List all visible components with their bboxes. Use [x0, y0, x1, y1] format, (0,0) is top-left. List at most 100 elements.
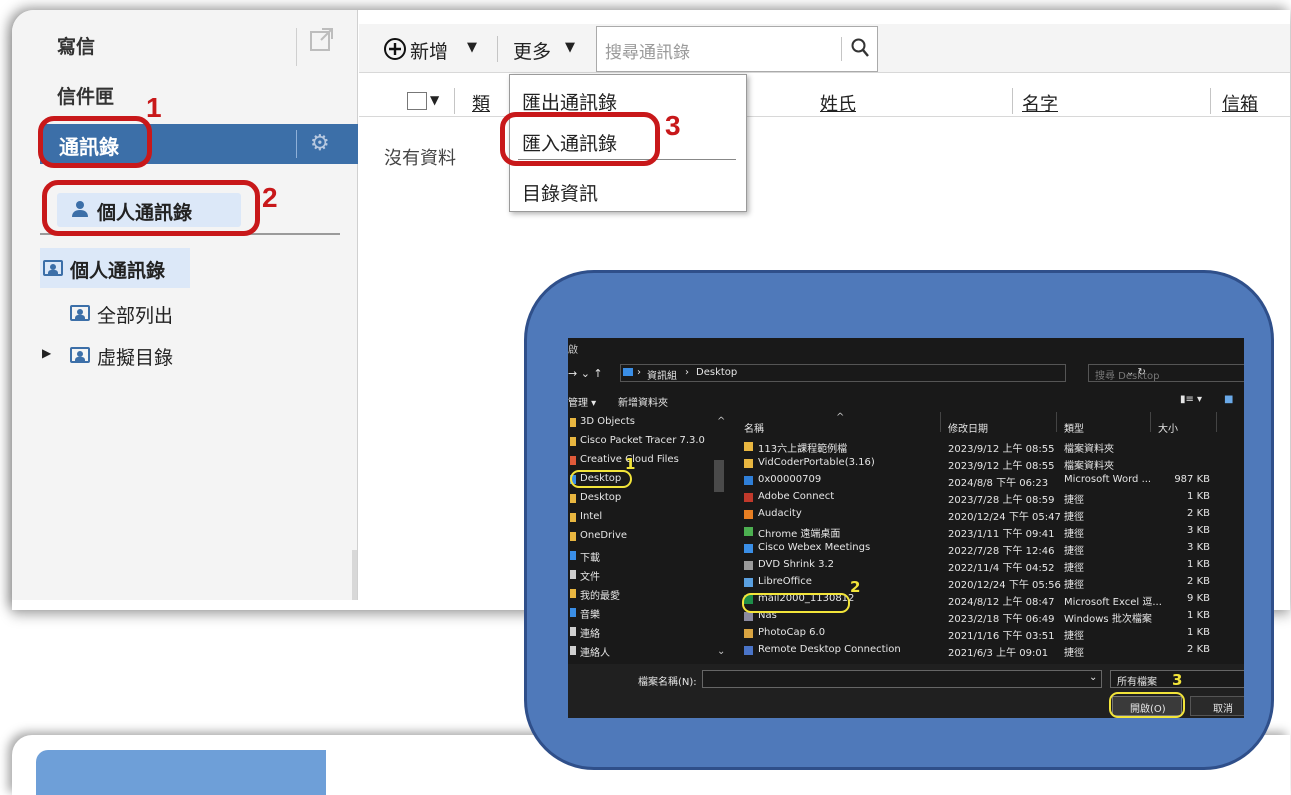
chevron-down-icon[interactable]: ▼ [467, 40, 477, 55]
divider [1210, 88, 1211, 114]
gear-icon[interactable]: ⚙ [310, 131, 330, 156]
sort-indicator-icon: ^ [836, 412, 845, 423]
file-icon [744, 629, 753, 638]
file-row[interactable]: Audacity 2020/12/24 下午 05:47 捷徑 2 KB [738, 508, 1244, 524]
dialog-search-input[interactable]: 搜尋 Desktop [1088, 364, 1244, 382]
preview-pane-icon[interactable]: ■ [1224, 394, 1233, 405]
add-button[interactable]: 新增 [410, 37, 448, 64]
file-row[interactable]: Cisco Webex Meetings 2022/7/28 下午 12:46 捷徑… [738, 542, 1244, 558]
file-size: 3 KB [1187, 525, 1210, 536]
file-type: 捷徑 [1064, 580, 1084, 591]
add-icon[interactable] [384, 38, 406, 64]
annotation-number: 2 [850, 578, 861, 596]
folder-icon [570, 418, 576, 427]
file-type: 檔案資料夾 [1064, 444, 1114, 455]
tree-item-list-all[interactable]: 全部列出 [70, 298, 270, 328]
annotation-circle [742, 593, 850, 613]
new-folder-button[interactable]: 新增資料夾 [618, 394, 668, 409]
scroll-down-icon[interactable]: ⌄ [717, 646, 725, 657]
file-size: 1 KB [1187, 627, 1210, 638]
annotation-circle [38, 116, 152, 168]
file-row[interactable]: 113六上課程範例檔 2023/9/12 上午 08:55 檔案資料夾 [738, 440, 1244, 456]
filename-label: 檔案名稱(N): [638, 677, 697, 688]
nav-item-label: 文件 [580, 572, 600, 583]
file-row[interactable]: 0x00000709 2024/8/8 下午 06:23 Microsoft Wor… [738, 474, 1244, 490]
chevron-down-icon[interactable]: ⌄ [1089, 672, 1097, 683]
file-row[interactable]: Chrome 遠端桌面 2023/1/11 下午 09:41 捷徑 3 KB [738, 525, 1244, 541]
file-date: 2024/8/12 上午 08:47 [948, 597, 1055, 608]
file-size: 2 KB [1187, 576, 1210, 587]
cancel-button-label: 取消 [1213, 704, 1233, 715]
scrollbar[interactable] [352, 550, 357, 600]
file-date: 2021/6/3 上午 09:01 [948, 648, 1049, 659]
organize-button[interactable]: 管理 ▾ [568, 394, 596, 409]
divider [454, 88, 455, 114]
breadcrumb-item[interactable]: Desktop [696, 367, 737, 378]
address-bar[interactable]: › 資訊組 › Desktop ⌄ ↻ [620, 364, 1146, 382]
search-icon[interactable] [851, 38, 869, 62]
menu-item-directory-info[interactable]: 目錄資訊 [522, 179, 598, 206]
annotation-circle [1109, 692, 1185, 718]
file-type: Windows 批次檔案 [1064, 614, 1152, 625]
folder-icon [570, 456, 576, 465]
file-row[interactable]: Adobe Connect 2023/7/28 上午 08:59 捷徑 1 KB [738, 491, 1244, 507]
file-date: 2023/9/12 上午 08:55 [948, 444, 1055, 455]
select-all-checkbox[interactable] [407, 92, 427, 110]
inbox-link[interactable]: 信件匣 [57, 82, 114, 109]
tree-root-personal-contacts[interactable]: 個人通訊錄 [40, 248, 190, 288]
contact-book-icon [70, 347, 90, 363]
file-row[interactable]: LibreOffice 2020/12/24 下午 05:56 捷徑 2 KB [738, 576, 1244, 592]
column-header-name[interactable]: 名稱 [744, 420, 764, 435]
annotation-number: 2 [262, 182, 278, 213]
column-header-email[interactable]: 信箱 [1222, 90, 1258, 116]
sidebar-header [36, 750, 326, 795]
back-arrow-icon[interactable]: → ⌄ ↑ [568, 367, 603, 380]
column-header-surname[interactable]: 姓氏 [820, 90, 856, 116]
more-button[interactable]: 更多 [513, 37, 551, 64]
file-row[interactable]: VidCoderPortable(3.16) 2023/9/12 上午 08:55… [738, 457, 1244, 473]
expand-arrow-icon[interactable]: ▶ [42, 346, 51, 360]
file-type: 捷徑 [1064, 512, 1084, 523]
file-date: 2023/2/18 下午 06:49 [948, 614, 1055, 625]
file-name: Chrome 遠端桌面 [758, 529, 841, 540]
chevron-down-icon[interactable]: ▼ [565, 40, 575, 55]
file-size: 2 KB [1187, 644, 1210, 655]
chevron-down-icon[interactable]: ▼ [430, 93, 439, 107]
column-header-type[interactable]: 類型 [1064, 420, 1084, 435]
breadcrumb-item[interactable]: 資訊組 [647, 367, 677, 382]
divider [1150, 412, 1151, 432]
scroll-up-icon[interactable]: ^ [717, 416, 725, 427]
column-header-type[interactable]: 類 [472, 90, 490, 116]
compose-link[interactable]: 寫信 [57, 32, 95, 59]
file-size: 3 KB [1187, 542, 1210, 553]
search-input[interactable]: 搜尋通訊錄 [596, 26, 878, 72]
annotation-circle [42, 180, 260, 236]
external-window-icon[interactable] [309, 26, 335, 58]
file-type: 捷徑 [1064, 495, 1084, 506]
tree-item-virtual-dir[interactable]: ▶ 虛擬目錄 [42, 340, 272, 370]
file-row[interactable]: DVD Shrink 3.2 2022/11/4 下午 04:52 捷徑 1 KB [738, 559, 1244, 575]
folder-icon [570, 437, 576, 446]
column-header-size[interactable]: 大小 [1158, 420, 1178, 435]
menu-item-export-contacts[interactable]: 匯出通訊錄 [522, 88, 617, 115]
file-row[interactable]: Remote Desktop Connection 2021/6/3 上午 09:… [738, 644, 1244, 660]
filename-input[interactable]: ⌄ [702, 670, 1102, 688]
file-date: 2024/8/8 下午 06:23 [948, 478, 1049, 489]
navigation-pane: 3D Objects Cisco Packet Tracer 7.3.0 Creat… [568, 416, 728, 666]
file-icon [744, 459, 753, 468]
file-row[interactable]: PhotoCap 6.0 2021/1/16 下午 03:51 捷徑 1 KB [738, 627, 1244, 643]
view-options-icon[interactable]: ▮≡ ▾ [1180, 394, 1202, 405]
search-placeholder: 搜尋通訊錄 [605, 43, 690, 63]
nav-item-label: 連絡人 [580, 648, 610, 659]
column-header-given-name[interactable]: 名字 [1022, 90, 1058, 116]
column-header-date[interactable]: 修改日期 [948, 420, 988, 435]
cancel-button[interactable]: 取消 [1190, 696, 1244, 716]
folder-icon [570, 532, 576, 541]
nav-item-label: Cisco Packet Tracer 7.3.0 [580, 435, 705, 446]
folder-icon [623, 368, 633, 376]
tree-root-label: 個人通訊錄 [70, 260, 166, 282]
file-type: 捷徑 [1064, 563, 1084, 574]
nav-item-label: 音樂 [580, 610, 600, 621]
file-type-value: 所有檔案 [1117, 677, 1157, 688]
scrollbar[interactable] [714, 460, 724, 492]
